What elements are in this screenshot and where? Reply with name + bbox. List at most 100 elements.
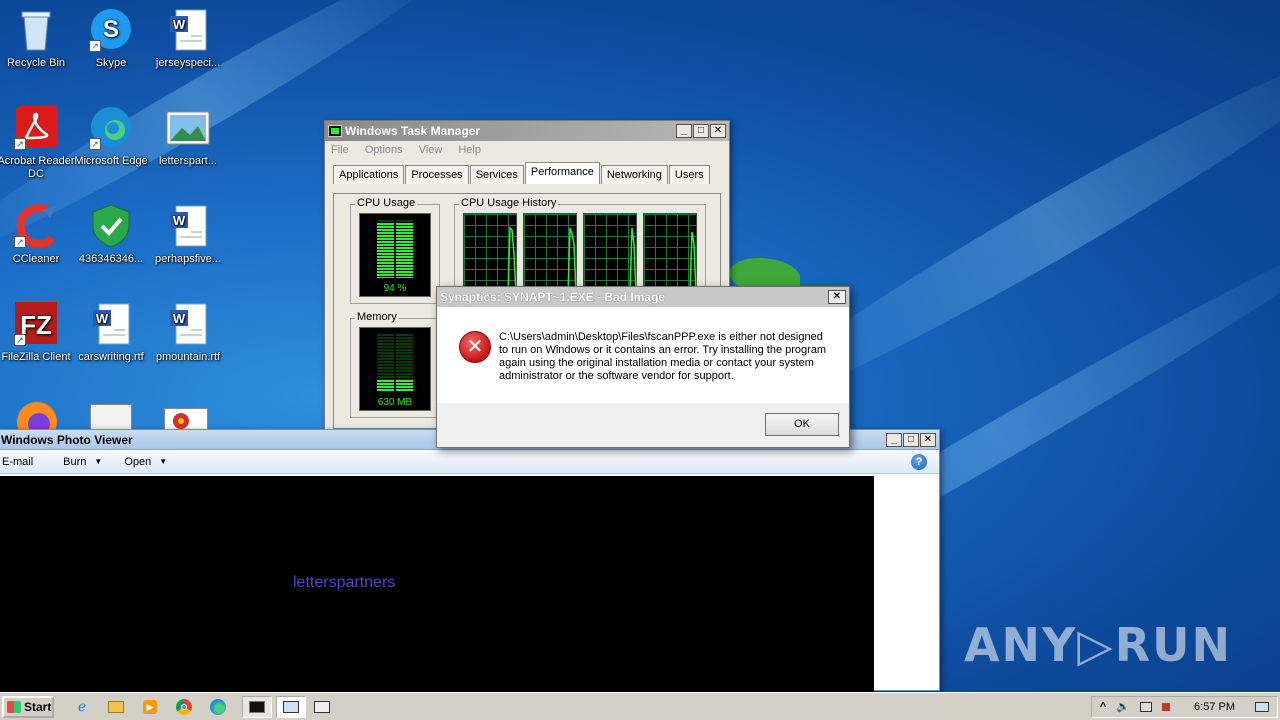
filezilla-icon: FZ ↗: [12, 300, 60, 348]
desktop-icon-label: perhapsfive...: [154, 253, 222, 265]
edge-taskbar-icon[interactable]: [206, 696, 230, 718]
chevron-down-icon: ▼: [159, 457, 168, 466]
desktop-icon-jerseyspeci[interactable]: W jerseyspeci...: [146, 6, 230, 70]
chrome-icon[interactable]: [172, 696, 196, 718]
word-document-icon: W: [164, 202, 212, 250]
cpu-history-label: CPU Usage History: [459, 197, 559, 209]
error-dialog-titlebar[interactable]: Synaptics: SYNAPT~1.EXE - Bad Image ✕: [437, 287, 849, 307]
memory-label: Memory: [355, 311, 399, 323]
desktop-icon-recycle-bin[interactable]: Recycle Bin: [0, 6, 78, 70]
desktop-icon-ccleaner[interactable]: ↗ CCleaner: [0, 202, 78, 266]
volume-icon[interactable]: 🔈: [1116, 700, 1130, 713]
start-button[interactable]: Start: [2, 695, 54, 718]
window-file-icon[interactable]: [90, 404, 132, 430]
file-explorer-icon[interactable]: [104, 696, 128, 718]
minimize-button[interactable]: _: [676, 124, 692, 138]
tab-applications[interactable]: Applications: [333, 165, 405, 184]
desktop-icon-perhapsfive[interactable]: W perhapsfive...: [146, 202, 230, 266]
desktop-icon-filezilla[interactable]: FZ ↗ FileZilla Client: [0, 300, 78, 364]
tab-networking[interactable]: Networking: [600, 165, 668, 184]
windows-logo-icon: [7, 700, 21, 713]
error-message: C:\Users\admin\Desktop\Files\fscanPPP.ex…: [499, 331, 827, 382]
cpu-usage-label: CPU Usage: [355, 197, 418, 209]
shortcut-arrow-icon: ↗: [14, 236, 26, 248]
flower-image-icon[interactable]: [164, 408, 208, 430]
media-player-icon[interactable]: ▶: [138, 696, 162, 718]
taskbar: Start ℯ ▶ ^ 🔈 6:57 PM: [0, 692, 1280, 720]
photo-canvas[interactable]: letterspartners: [0, 476, 874, 692]
desktop-icon-acrobat[interactable]: ↗ Acrobat Reader DC: [0, 104, 78, 181]
error-dialog[interactable]: Synaptics: SYNAPT~1.EXE - Bad Image ✕ ✕ …: [436, 286, 850, 448]
help-button[interactable]: ?: [911, 453, 927, 470]
burn-button[interactable]: Burn ▼: [63, 456, 102, 468]
photo-text: letterspartners: [293, 574, 396, 591]
desktop-icon-label: Microsoft Edge: [74, 155, 148, 167]
task-manager-menubar: File Options View Help: [325, 141, 729, 159]
tab-services[interactable]: Services: [469, 165, 524, 184]
svg-text:W: W: [173, 311, 186, 326]
menu-file[interactable]: File: [331, 144, 349, 156]
desktop-icon-label: CCleaner: [12, 253, 60, 265]
show-desktop-icon[interactable]: [1255, 701, 1269, 712]
cpu-history-graph-3: [583, 213, 637, 297]
menu-options[interactable]: Options: [365, 144, 403, 156]
flag-icon[interactable]: [1162, 702, 1171, 711]
photo-viewer-title: Windows Photo Viewer: [1, 432, 133, 447]
desktop-icon-letterspart[interactable]: letterspart...: [146, 104, 230, 168]
photo-viewer-window[interactable]: Windows Photo Viewer _ □ ✕ E-mail Burn ▼ …: [0, 429, 940, 692]
close-icon: ✕: [832, 291, 842, 302]
tray-expand-icon[interactable]: ^: [1100, 701, 1106, 713]
ok-button[interactable]: OK: [765, 413, 839, 436]
tab-users[interactable]: Users: [668, 165, 710, 184]
shortcut-arrow-icon: ↗: [14, 334, 26, 346]
menu-help[interactable]: Help: [458, 144, 481, 156]
close-button[interactable]: ✕: [828, 290, 846, 304]
desktop-icon-label: letterspart...: [158, 155, 218, 167]
taskbar-photo-viewer[interactable]: [276, 695, 306, 718]
burn-label: Burn: [63, 455, 87, 468]
task-manager-icon: [328, 125, 342, 137]
close-button[interactable]: ✕: [920, 432, 936, 447]
svg-text:W: W: [96, 311, 109, 326]
maximize-button[interactable]: □: [903, 432, 919, 447]
chevron-down-icon: ▼: [94, 457, 103, 466]
email-label: E-mail: [2, 455, 34, 468]
desktop-icon-carswriting[interactable]: W carswriting.rtf: [69, 300, 153, 364]
open-label: Open: [124, 455, 152, 468]
desktop-icon-label: Acrobat Reader DC: [0, 155, 75, 180]
maximize-button[interactable]: □: [693, 124, 709, 138]
desktop-icon-label: 436346346...: [78, 253, 144, 265]
memory-meter: 630 MB: [359, 327, 431, 411]
task-manager-titlebar[interactable]: Windows Task Manager _ □ ✕: [325, 121, 729, 141]
open-button[interactable]: Open ▼: [124, 456, 167, 468]
taskbar-task-manager[interactable]: [242, 695, 272, 718]
desktop-icon-436346346[interactable]: 436346346...: [69, 202, 153, 266]
clock[interactable]: 6:57 PM: [1194, 701, 1235, 713]
taskbar-dialog[interactable]: [310, 696, 334, 718]
memory-meter-fill: [377, 380, 413, 392]
memory-group: Memory 630 MB: [350, 311, 440, 418]
task-manager-title: Windows Task Manager: [345, 124, 481, 138]
cpu-history-graph-1: [463, 213, 517, 297]
network-icon[interactable]: [1140, 701, 1153, 712]
error-dialog-body: ✕ C:\Users\admin\Desktop\Files\fscanPPP.…: [437, 307, 849, 403]
recycle-bin-icon: [12, 6, 60, 54]
tab-performance[interactable]: Performance: [524, 162, 600, 184]
cpu-meter-fill: [377, 223, 413, 278]
tab-processes[interactable]: Processes: [405, 165, 469, 184]
firefox-icon[interactable]: [14, 398, 60, 430]
email-button[interactable]: E-mail: [2, 456, 33, 468]
close-button[interactable]: ✕: [710, 124, 726, 138]
internet-explorer-icon[interactable]: ℯ: [70, 696, 94, 718]
cpu-history-graph-4: [643, 213, 697, 297]
desktop-icon-skype[interactable]: S ↗ Skype: [69, 6, 153, 70]
desktop-icon-pmountain[interactable]: W pmountain.rtf: [146, 300, 230, 364]
word-document-icon: W: [164, 6, 212, 54]
minimize-button[interactable]: _: [886, 432, 902, 447]
help-icon: ?: [915, 455, 923, 468]
desktop-icon-label: Skype: [95, 57, 127, 69]
menu-view[interactable]: View: [419, 144, 443, 156]
desktop-icon-label: carswriting.rtf: [78, 351, 144, 363]
desktop-icon-label: FileZilla Client: [1, 351, 71, 363]
desktop-icon-edge[interactable]: ↗ Microsoft Edge: [69, 104, 153, 168]
